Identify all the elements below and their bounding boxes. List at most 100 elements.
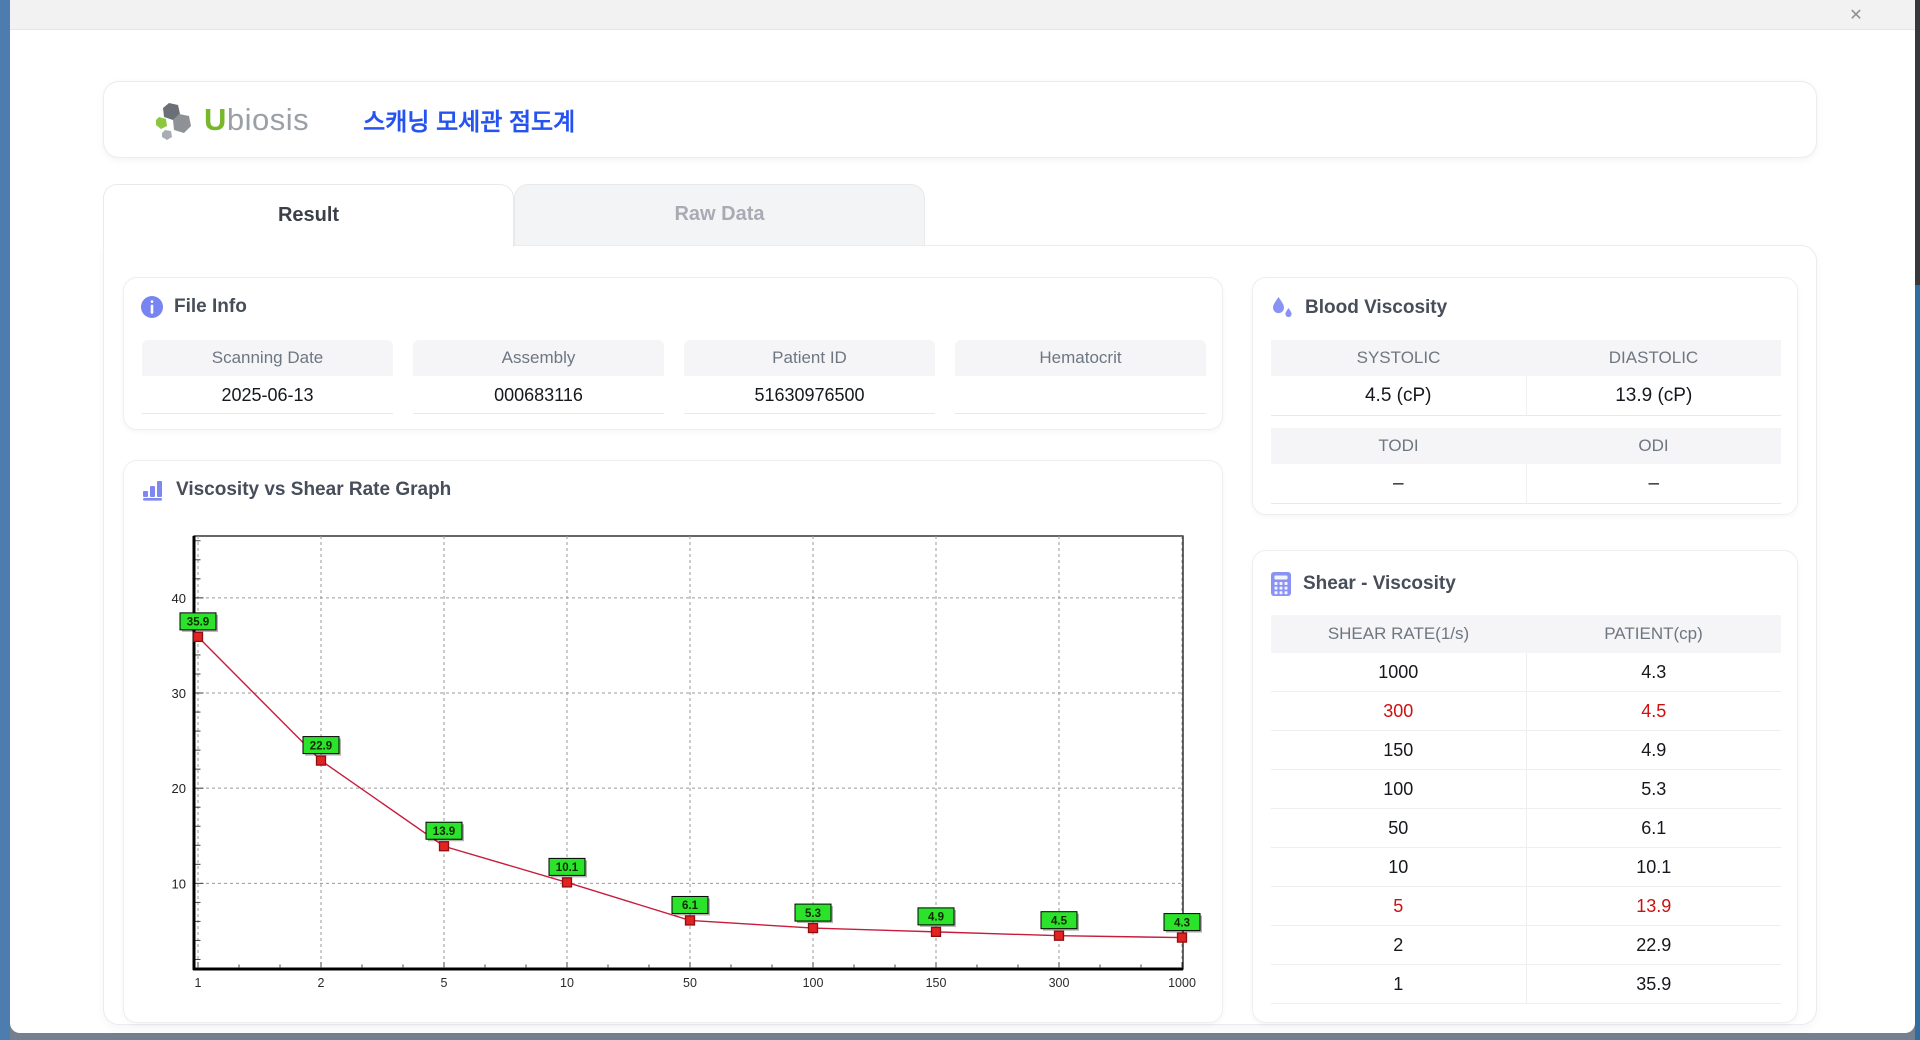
shear-viscosity-card: Shear - Viscosity SHEAR RATE(1/s)PATIENT… bbox=[1252, 550, 1798, 1023]
shear-rate-cell: 10 bbox=[1271, 848, 1526, 887]
desktop-edge-left bbox=[0, 0, 10, 1040]
patient-cp-cell: 4.5 bbox=[1526, 692, 1782, 731]
field-label: Hematocrit bbox=[955, 340, 1206, 376]
logo-letter-u: U bbox=[204, 102, 227, 137]
column-header: SHEAR RATE(1/s) bbox=[1271, 615, 1526, 653]
metric-label: DIASTOLIC bbox=[1526, 340, 1781, 376]
svg-text:20: 20 bbox=[172, 781, 186, 796]
svg-text:50: 50 bbox=[683, 976, 697, 990]
metric-value: – bbox=[1271, 464, 1526, 504]
shear-rate-cell: 50 bbox=[1271, 809, 1526, 848]
file-info-fields: Scanning Date 2025-06-13 Assembly 000683… bbox=[142, 340, 1206, 414]
svg-text:4.3: 4.3 bbox=[1174, 917, 1190, 929]
result-panel: File Info Scanning Date 2025-06-13 Assem… bbox=[103, 245, 1817, 1025]
svg-text:4.9: 4.9 bbox=[928, 912, 944, 924]
svg-text:35.9: 35.9 bbox=[187, 617, 209, 629]
file-info-title: File Info bbox=[174, 296, 247, 318]
metric-group: TODIODI –– bbox=[1271, 428, 1781, 504]
ubiosis-logo-icon bbox=[152, 97, 198, 143]
droplets-icon bbox=[1269, 295, 1295, 321]
file-info-field: Patient ID 51630976500 bbox=[684, 340, 935, 414]
shear-rate-cell: 300 bbox=[1271, 692, 1526, 731]
ubiosis-wordmark: Ubiosis bbox=[204, 102, 309, 138]
metric-label: ODI bbox=[1526, 428, 1781, 464]
metric-value: – bbox=[1526, 464, 1782, 504]
field-value: 2025-06-13 bbox=[142, 376, 393, 414]
table-row: 300 4.5 bbox=[1271, 692, 1781, 731]
svg-text:13.9: 13.9 bbox=[433, 826, 455, 838]
svg-text:1: 1 bbox=[195, 976, 202, 990]
tab-raw-data[interactable]: Raw Data bbox=[514, 184, 925, 245]
field-value bbox=[955, 376, 1206, 414]
close-icon[interactable]: ✕ bbox=[1845, 5, 1867, 27]
table-row: 10 10.1 bbox=[1271, 848, 1781, 887]
ubiosis-logo: Ubiosis bbox=[152, 97, 309, 143]
table-row: 1 35.9 bbox=[1271, 965, 1781, 1004]
column-header: PATIENT(cp) bbox=[1526, 615, 1781, 653]
shear-viscosity-title: Shear - Viscosity bbox=[1303, 573, 1456, 595]
svg-text:10: 10 bbox=[560, 976, 574, 990]
svg-text:2: 2 bbox=[318, 976, 325, 990]
shear-rate-cell: 1 bbox=[1271, 965, 1526, 1004]
table-row: 150 4.9 bbox=[1271, 731, 1781, 770]
svg-text:5.3: 5.3 bbox=[805, 908, 821, 920]
svg-text:10.1: 10.1 bbox=[556, 862, 579, 874]
svg-text:100: 100 bbox=[803, 976, 824, 990]
bar-chart-icon bbox=[140, 478, 166, 502]
shear-rate-cell: 5 bbox=[1271, 887, 1526, 926]
field-value: 51630976500 bbox=[684, 376, 935, 414]
svg-text:10: 10 bbox=[172, 876, 186, 891]
blood-viscosity-card: Blood Viscosity SYSTOLICDIASTOLIC 4.5 (c… bbox=[1252, 277, 1798, 515]
patient-cp-cell: 4.3 bbox=[1526, 653, 1782, 692]
file-info-field: Hematocrit bbox=[955, 340, 1206, 414]
patient-cp-cell: 22.9 bbox=[1526, 926, 1782, 965]
graph-card: Viscosity vs Shear Rate Graph 10 20 30 40 1 2… bbox=[123, 460, 1223, 1023]
header-card: Ubiosis 스캐닝 모세관 점도계 bbox=[103, 81, 1817, 158]
file-info-field: Scanning Date 2025-06-13 bbox=[142, 340, 393, 414]
shear-rate-cell: 150 bbox=[1271, 731, 1526, 770]
shear-rate-cell: 1000 bbox=[1271, 653, 1526, 692]
patient-cp-cell: 13.9 bbox=[1526, 887, 1782, 926]
blood-groups: SYSTOLICDIASTOLIC 4.5 (cP)13.9 (cP) TODI… bbox=[1271, 340, 1781, 516]
calculator-icon bbox=[1269, 571, 1293, 597]
table-row: 5 13.9 bbox=[1271, 887, 1781, 926]
field-label: Scanning Date bbox=[142, 340, 393, 376]
patient-cp-cell: 5.3 bbox=[1526, 770, 1782, 809]
table-row: 2 22.9 bbox=[1271, 926, 1781, 965]
svg-text:40: 40 bbox=[172, 591, 186, 606]
desktop-edge-right-bottom bbox=[1915, 285, 1920, 1040]
svg-text:300: 300 bbox=[1049, 976, 1070, 990]
table-row: 1000 4.3 bbox=[1271, 653, 1781, 692]
metric-value: 4.5 (cP) bbox=[1271, 376, 1526, 416]
app-window: ✕ Ubiosis 스캐닝 모세관 점도계 Result Raw Data bbox=[10, 0, 1915, 1033]
shear-table: SHEAR RATE(1/s)PATIENT(cp) 1000 4.3 300 … bbox=[1271, 615, 1781, 1004]
metric-value: 13.9 (cP) bbox=[1526, 376, 1782, 416]
metric-label: SYSTOLIC bbox=[1271, 340, 1526, 376]
svg-text:150: 150 bbox=[926, 976, 947, 990]
app-title: 스캐닝 모세관 점도계 bbox=[363, 102, 575, 137]
svg-text:30: 30 bbox=[172, 686, 186, 701]
tab-result[interactable]: Result bbox=[103, 184, 514, 247]
viscosity-chart: 102030401251050100150300100035.922.913.9… bbox=[136, 521, 1211, 1011]
graph-title: Viscosity vs Shear Rate Graph bbox=[176, 479, 451, 501]
svg-text:4.5: 4.5 bbox=[1051, 915, 1068, 927]
metric-group: SYSTOLICDIASTOLIC 4.5 (cP)13.9 (cP) bbox=[1271, 340, 1781, 416]
patient-cp-cell: 4.9 bbox=[1526, 731, 1782, 770]
blood-viscosity-title: Blood Viscosity bbox=[1305, 297, 1447, 319]
metric-label: TODI bbox=[1271, 428, 1526, 464]
field-label: Patient ID bbox=[684, 340, 935, 376]
svg-text:22.9: 22.9 bbox=[310, 740, 332, 752]
patient-cp-cell: 10.1 bbox=[1526, 848, 1782, 887]
table-header-row: SHEAR RATE(1/s)PATIENT(cp) bbox=[1271, 615, 1781, 653]
svg-text:6.1: 6.1 bbox=[682, 900, 699, 912]
screen: ✕ Ubiosis 스캐닝 모세관 점도계 Result Raw Data bbox=[0, 0, 1920, 1040]
logo-rest: biosis bbox=[227, 102, 309, 137]
field-label: Assembly bbox=[413, 340, 664, 376]
svg-text:5: 5 bbox=[441, 976, 448, 990]
table-row: 100 5.3 bbox=[1271, 770, 1781, 809]
shear-rate-cell: 2 bbox=[1271, 926, 1526, 965]
title-bar: ✕ bbox=[10, 0, 1915, 30]
table-row: 50 6.1 bbox=[1271, 809, 1781, 848]
field-value: 000683116 bbox=[413, 376, 664, 414]
patient-cp-cell: 6.1 bbox=[1526, 809, 1782, 848]
